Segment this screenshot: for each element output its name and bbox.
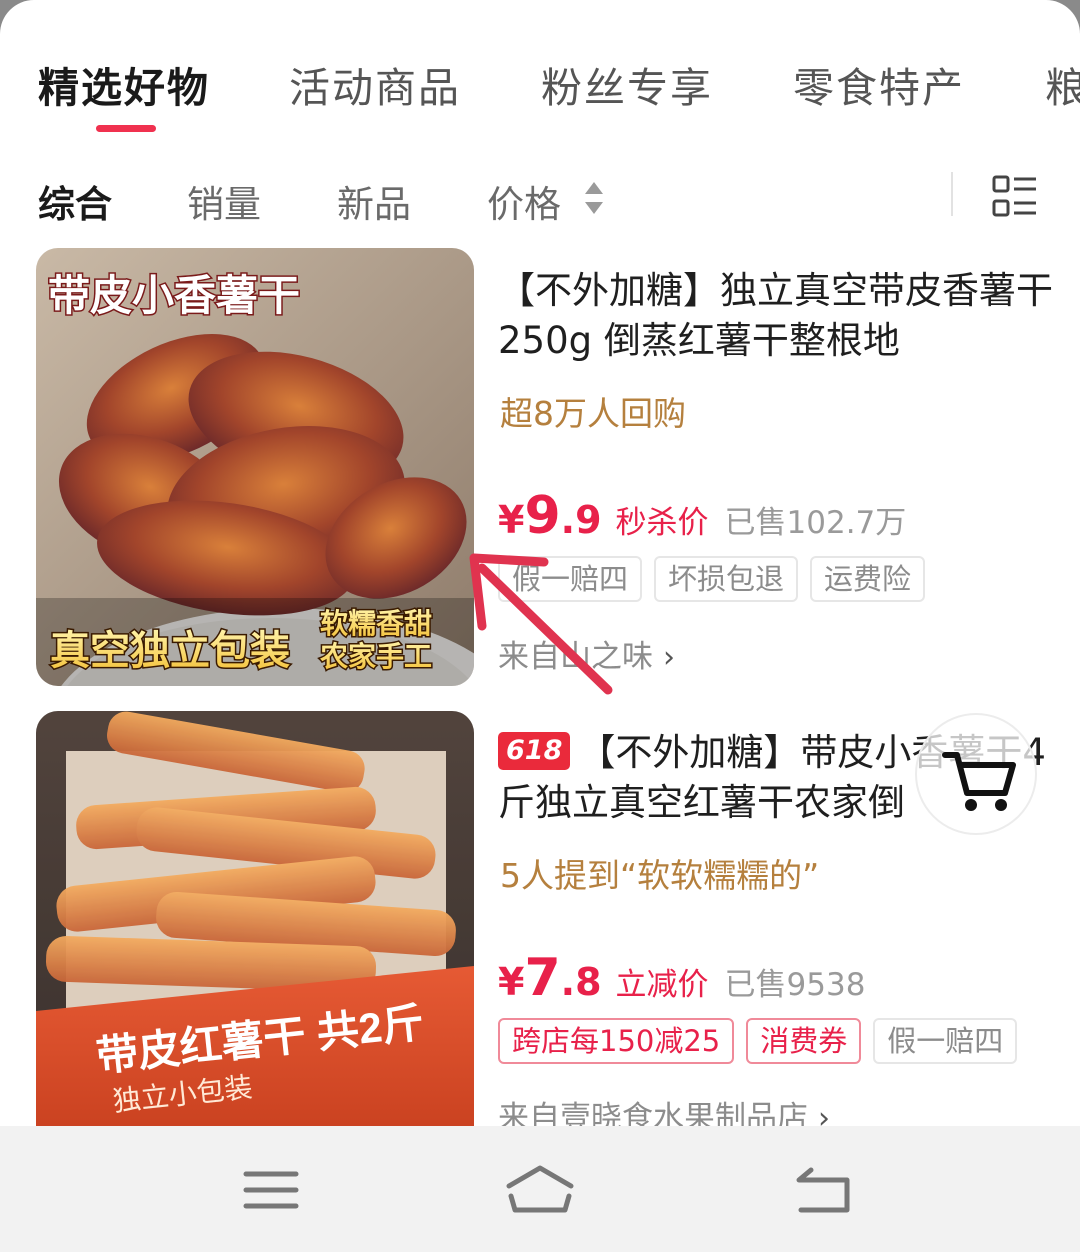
list-grid-icon[interactable] xyxy=(992,174,1038,220)
sold-count: 已售102.7万 xyxy=(724,505,907,541)
price-integer: 7 xyxy=(524,948,561,1008)
product-list-sheet: 精选好物 活动商品 粉丝专享 零食特产 粮 综合 销量 新品 价格 带皮小香薯干… xyxy=(0,0,1080,1252)
annotation-arrow-icon xyxy=(469,553,613,695)
tab-fan-exclusive[interactable]: 粉丝专享 xyxy=(541,54,713,114)
currency-symbol: ¥ xyxy=(498,960,525,1004)
image-label-side-1: 软糯香甜 xyxy=(320,608,432,639)
menu-icon[interactable] xyxy=(236,1162,306,1218)
sold-count: 已售9538 xyxy=(724,967,866,1003)
back-icon[interactable] xyxy=(787,1162,857,1218)
system-nav-bar xyxy=(0,1126,1080,1252)
price-integer: 9 xyxy=(524,486,561,546)
promo-badge-618: 618 xyxy=(498,732,571,770)
image-label-side-2: 农家手工 xyxy=(319,640,432,672)
service-tags: 跨店每150减25 消费券 假一赔四 xyxy=(498,1018,1018,1064)
sort-new[interactable]: 新品 xyxy=(337,174,411,228)
price-decimal: .9 xyxy=(560,498,602,542)
service-tag: 坏损包退 xyxy=(654,556,799,602)
sort-comprehensive[interactable]: 综合 xyxy=(38,174,112,228)
price-decimal: .8 xyxy=(560,960,602,1004)
service-tag: 假一赔四 xyxy=(873,1018,1018,1064)
price-row: ¥ 9 .9 秒杀价 已售102.7万 xyxy=(498,486,906,546)
sort-divider xyxy=(951,172,953,216)
chevron-right-icon: › xyxy=(663,640,675,675)
service-tag: 运费险 xyxy=(810,556,926,602)
shopping-cart-icon xyxy=(942,752,1016,811)
tab-grain-partial[interactable]: 粮 xyxy=(1045,54,1080,114)
sort-arrows-icon[interactable] xyxy=(583,180,605,216)
price-type-label: 立减价 xyxy=(615,967,709,1003)
product-image[interactable]: 带皮小香薯干 真空独立包装 软糯香甜 农家手工 xyxy=(36,248,474,686)
active-tab-indicator xyxy=(96,125,156,132)
price-row: ¥ 7 .8 立减价 已售9538 xyxy=(498,948,865,1008)
cart-button[interactable] xyxy=(915,713,1037,835)
home-icon[interactable] xyxy=(505,1162,575,1218)
image-label-top: 带皮小香薯干 xyxy=(48,272,300,319)
image-label-bottom: 真空独立包装 xyxy=(50,629,290,673)
tab-featured[interactable]: 精选好物 xyxy=(38,54,210,114)
category-tabs: 精选好物 活动商品 粉丝专享 零食特产 粮 xyxy=(0,0,1080,140)
sort-sales[interactable]: 销量 xyxy=(187,174,261,228)
tab-activity-products[interactable]: 活动商品 xyxy=(289,54,461,114)
product-image[interactable]: 带皮红薯干 共2斤 独立小包装 xyxy=(36,711,474,1141)
product-title[interactable]: 【不外加糖】独立真空带皮香薯干250g 倒蒸红薯干整根地 xyxy=(498,266,1053,366)
currency-symbol: ¥ xyxy=(498,498,525,542)
coupon-tag: 消费券 xyxy=(746,1018,862,1064)
sort-bar: 综合 销量 新品 价格 xyxy=(0,160,1080,235)
discount-tag: 跨店每150减25 xyxy=(498,1018,735,1064)
tab-snacks-specialty[interactable]: 零食特产 xyxy=(793,54,965,114)
price-type-label: 秒杀价 xyxy=(615,505,709,541)
review-mention: 5人提到“软软糯糯的” xyxy=(500,856,820,895)
sort-price[interactable]: 价格 xyxy=(487,174,561,228)
repurchase-info: 超8万人回购 xyxy=(500,394,686,433)
